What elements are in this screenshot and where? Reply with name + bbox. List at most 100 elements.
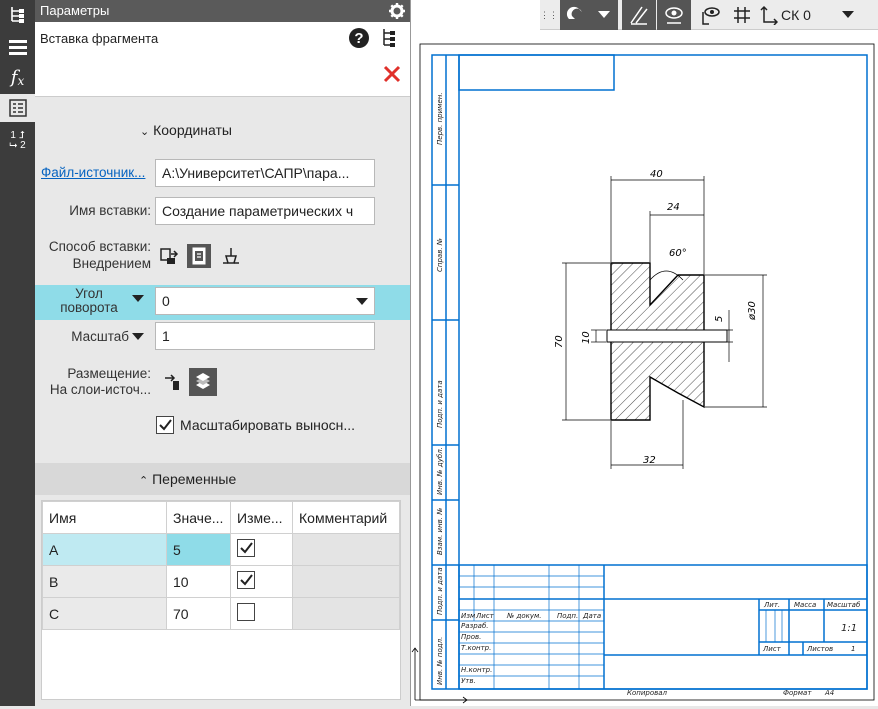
variables-title: Переменные xyxy=(152,471,237,487)
col-changeable-header[interactable]: Изме... xyxy=(230,501,293,534)
help-icon[interactable]: ? xyxy=(348,27,370,49)
tb-label: Дата xyxy=(582,612,601,620)
placement-label: Размещение: xyxy=(67,366,151,381)
insert-as-local-icon[interactable] xyxy=(219,244,243,268)
close-icon[interactable] xyxy=(382,64,402,84)
dim-angle: 60° xyxy=(669,248,687,259)
parameters-panel: Параметры Вставка фрагмента ? ⌄ Координа… xyxy=(35,0,410,706)
checkbox-unchecked-icon xyxy=(237,603,255,621)
variables-table-container: Имя Значе... Изме... Комментарий A 5 B 1… xyxy=(41,500,401,700)
table-row[interactable]: B 10 xyxy=(42,565,400,598)
panel-header: Параметры xyxy=(35,0,410,22)
insert-name-label: Имя вставки: xyxy=(69,203,151,218)
scale-leaders-checkbox[interactable]: Масштабировать выносн... xyxy=(156,416,406,434)
col-value-header[interactable]: Значе... xyxy=(166,501,231,534)
view-eye-icon[interactable] xyxy=(695,0,725,30)
insert-name-field[interactable]: Создание параметрических ч xyxy=(155,197,375,225)
coordinate-axes-icon xyxy=(760,5,778,25)
var-changeable[interactable] xyxy=(230,565,293,598)
var-comment[interactable] xyxy=(292,533,400,566)
variables-fx-icon[interactable]: fx xyxy=(0,62,35,92)
dim-5: 5 xyxy=(714,316,725,322)
tree-icon[interactable] xyxy=(0,0,35,30)
side-label: Перв. примен. xyxy=(436,92,444,145)
tb-role: Разраб. xyxy=(461,622,489,630)
rotation-select[interactable]: 0 xyxy=(155,287,375,315)
tb-role: Пров. xyxy=(461,633,481,641)
placement-value: На слои-источ... xyxy=(49,382,151,397)
scale-field[interactable]: 1 xyxy=(155,322,375,350)
view-toolbar: ⋮⋮ СК 0 xyxy=(540,0,878,30)
part-section xyxy=(606,262,728,421)
parameters-icon[interactable] xyxy=(0,94,35,122)
table-header-row: Имя Значе... Изме... Комментарий xyxy=(42,501,400,534)
coordinate-system-select[interactable]: СК 0 xyxy=(760,0,818,30)
file-source-link[interactable]: Файл-источник... xyxy=(41,165,145,180)
dim-diameter-30: ø30 xyxy=(747,301,758,321)
tb-role: Т.контр. xyxy=(461,644,491,652)
checkbox-checked-icon xyxy=(237,571,255,589)
var-name: A xyxy=(42,533,167,566)
settings-gear-icon[interactable] xyxy=(388,2,406,20)
insert-embed-icon[interactable] xyxy=(187,244,211,268)
var-comment[interactable] xyxy=(292,565,400,598)
variables-section-header[interactable]: ⌃ Переменные xyxy=(35,463,410,495)
var-value[interactable]: 70 xyxy=(166,597,231,630)
var-value[interactable]: 10 xyxy=(166,565,231,598)
visibility-eye-icon[interactable] xyxy=(657,0,691,30)
table-row[interactable]: C 70 xyxy=(42,597,400,630)
left-toolbar: fx 1 ⮥ ⮡ 2 xyxy=(0,0,35,706)
col-name-header[interactable]: Имя xyxy=(42,501,167,534)
chevron-up-icon: ⌃ xyxy=(139,475,149,487)
layers-icon[interactable] xyxy=(0,32,35,62)
tb-label: Лист xyxy=(475,612,495,620)
side-label: Подп. и дата xyxy=(436,567,444,615)
rotation-label-line1: Угол xyxy=(75,286,103,301)
drawing-canvas[interactable]: Перв. примен. Справ. № Подп. и дата Инв.… xyxy=(411,0,878,706)
tb-sheets: Листов xyxy=(806,645,833,653)
dim-24: 24 xyxy=(667,202,680,213)
rotation-label-line2: поворота xyxy=(60,300,118,315)
variables-table: Имя Значе... Изме... Комментарий A 5 B 1… xyxy=(42,501,400,630)
var-changeable[interactable] xyxy=(230,533,293,566)
dim-32: 32 xyxy=(643,455,656,466)
dim-40: 40 xyxy=(650,169,663,180)
side-label: Подп. и дата xyxy=(436,380,444,428)
snap-dropdown-icon[interactable] xyxy=(590,0,618,30)
coord-dropdown-arrow-icon[interactable] xyxy=(836,0,860,30)
var-changeable[interactable] xyxy=(230,597,293,630)
coordinates-section-header[interactable]: ⌄ Координаты xyxy=(140,122,232,138)
placement-source-layers-icon[interactable] xyxy=(189,368,217,396)
side-label: Инв. № подл. xyxy=(436,637,444,685)
scale-caret-icon[interactable] xyxy=(132,333,144,341)
side-label: Взам. инв. № xyxy=(436,507,444,555)
tb-copied: Копировал xyxy=(627,689,668,697)
snap-magnet-icon[interactable] xyxy=(560,0,590,30)
tb-mass: Масса xyxy=(794,601,816,609)
tb-label: Подп. xyxy=(557,612,578,620)
orthogonal-mode-icon[interactable] xyxy=(622,0,656,30)
rotation-caret-icon[interactable] xyxy=(132,295,144,303)
panel-title: Параметры xyxy=(40,3,110,18)
table-row[interactable]: A 5 xyxy=(42,533,400,566)
grip-handle-icon[interactable]: ⋮⋮ xyxy=(540,0,558,30)
col-comment-header[interactable]: Комментарий xyxy=(292,501,400,534)
var-comment[interactable] xyxy=(292,597,400,630)
scale-label: Масштаб xyxy=(71,329,129,344)
dropdown-arrow-icon xyxy=(356,298,368,305)
tree-structure-icon[interactable] xyxy=(380,27,398,49)
drawing-sheet: Перв. примен. Справ. № Подп. и дата Инв.… xyxy=(411,43,875,704)
panel-subtitle: Вставка фрагмента xyxy=(40,31,159,46)
sequence-icon[interactable]: 1 ⮥ ⮡ 2 xyxy=(0,126,35,156)
tb-sheets-value: 1 xyxy=(851,645,855,653)
placement-current-layer-icon[interactable] xyxy=(160,370,184,394)
var-value[interactable]: 5 xyxy=(166,533,231,566)
scale-leaders-label: Масштабировать выносн... xyxy=(180,417,356,433)
insert-by-reference-icon[interactable] xyxy=(157,244,181,268)
coordinates-title: Координаты xyxy=(153,122,232,138)
file-source-field[interactable]: A:\Университет\САПР\пара... xyxy=(155,159,375,187)
tb-scale-value: 1:1 xyxy=(841,623,857,634)
tb-label: № докум. xyxy=(506,612,542,620)
grid-icon[interactable] xyxy=(730,0,754,30)
tb-lit: Лит. xyxy=(763,601,780,609)
